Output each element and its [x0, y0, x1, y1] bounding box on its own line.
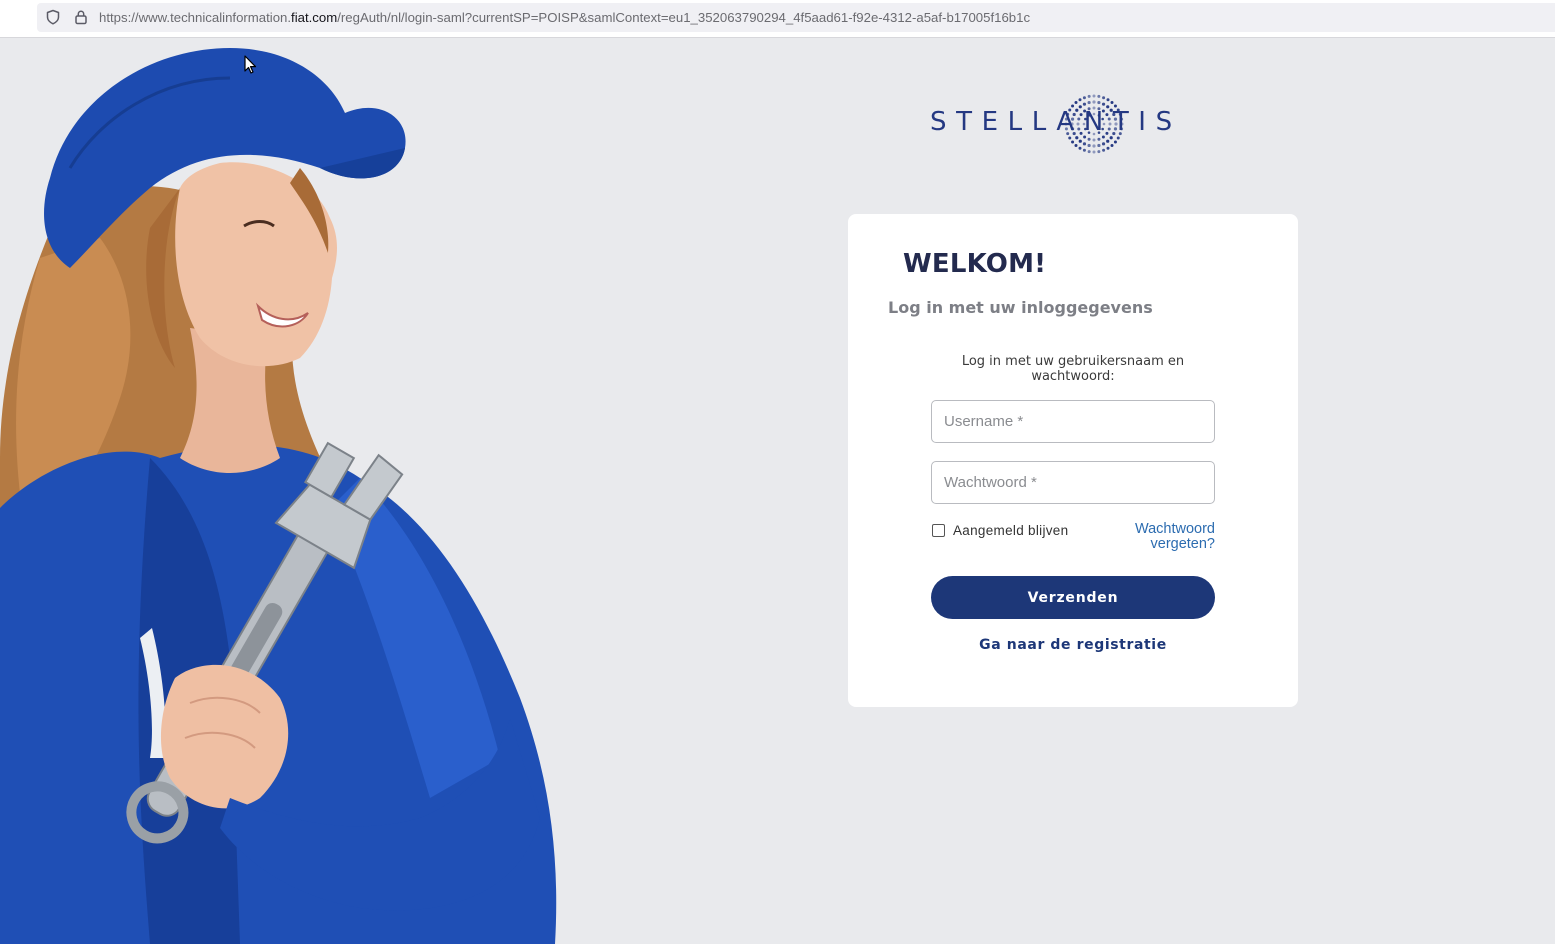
lock-icon[interactable] [73, 9, 89, 25]
register-link[interactable]: Ga naar de registratie [931, 637, 1215, 653]
shield-icon[interactable] [45, 9, 61, 25]
logo-wordmark: STELLANTIS [930, 107, 1182, 137]
submit-button[interactable]: Verzenden [931, 576, 1215, 619]
mechanic-hero-image [0, 48, 557, 944]
url-text[interactable]: https://www.technicalinformation.fiat.co… [99, 10, 1030, 25]
login-card: WELKOM! Log in met uw inloggegevens Log … [848, 214, 1298, 707]
login-subtitle: Log in met uw inloggegevens [888, 298, 1153, 317]
username-input[interactable] [931, 400, 1215, 443]
login-instruction: Log in met uw gebruikersnaam en wachtwoo… [961, 354, 1185, 384]
stellantis-logo: STELLANTIS [930, 93, 1220, 155]
remember-me-label[interactable]: Aangemeld blijven [953, 523, 1068, 538]
password-input[interactable] [931, 461, 1215, 504]
mouse-cursor-icon [244, 55, 257, 74]
remember-me-checkbox[interactable] [932, 524, 945, 537]
welcome-heading: WELKOM! [903, 249, 1047, 279]
forgot-password-link[interactable]: Wachtwoord vergeten? [1095, 522, 1215, 552]
browser-address-bar: https://www.technicalinformation.fiat.co… [0, 0, 1555, 38]
